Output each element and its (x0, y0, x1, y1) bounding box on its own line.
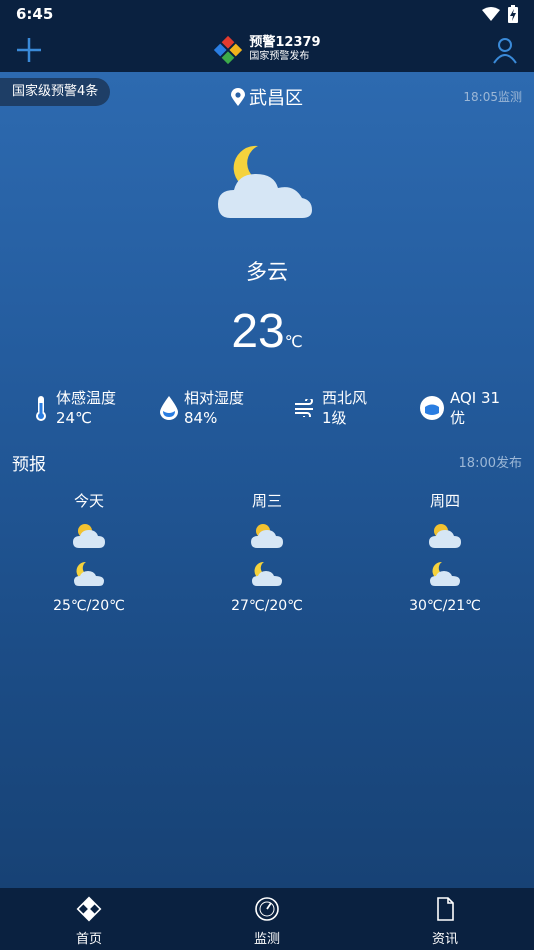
app-title: 预警12379 (249, 35, 321, 50)
forecast-day-today[interactable]: 今天 25℃/20℃ (0, 490, 178, 614)
forecast-day-label: 周三 (251, 492, 282, 510)
nav-monitor[interactable]: 监测 (178, 896, 356, 947)
aqi-value: AQI 31 (450, 389, 501, 407)
add-icon[interactable] (14, 35, 44, 65)
forecast-temp-range: 25℃/20℃ (53, 598, 125, 614)
document-icon (437, 897, 454, 921)
temperature-value: 23 (231, 305, 285, 358)
forecast-day-label: 今天 (73, 492, 104, 510)
aqi-level: 优 (450, 409, 466, 427)
humidity-label: 相对湿度 (184, 389, 245, 407)
feels-like-label: 体感温度 (56, 389, 117, 407)
cloudy-night-icon (430, 561, 460, 586)
app-logo: 预警12379 国家预警发布 (213, 35, 321, 65)
weather-details: 体感温度 24℃ 相对湿度 84% 西北风 1级 AQI 31 优 (0, 388, 534, 434)
cloudy-night-icon (252, 561, 282, 586)
forecast-title: 预报 (12, 455, 46, 475)
logo-emblem-icon (214, 35, 243, 65)
nav-home-label: 首页 (75, 932, 102, 947)
nav-monitor-label: 监测 (253, 932, 280, 947)
wind-direction: 西北风 (322, 389, 368, 407)
cloudy-night-icon (74, 561, 104, 586)
weather-main: 国家级预警4条 武昌区 18:05监测 多云 23℃ 体感温度 24℃ 相对湿度… (0, 72, 534, 888)
nav-news[interactable]: 资讯 (356, 896, 534, 947)
detail-humidity: 相对湿度 84% (160, 388, 244, 428)
home-diamond-icon (76, 896, 102, 922)
detail-feels-like: 体感温度 24℃ (32, 388, 116, 428)
weather-condition: 多云 (246, 260, 288, 284)
forecast-temp-range: 27℃/20℃ (231, 598, 303, 614)
cloudy-night-icon (218, 145, 312, 218)
detail-wind: 西北风 1级 (294, 388, 367, 428)
location[interactable]: 武昌区 (0, 84, 534, 110)
humidity-drop-icon (160, 396, 178, 420)
location-pin-icon (231, 88, 245, 106)
partly-cloudy-day-icon (73, 524, 105, 548)
current-temperature: 23℃ (0, 304, 534, 359)
status-time: 6:45 (16, 5, 54, 23)
nav-home[interactable]: 首页 (0, 896, 178, 947)
wifi-icon (482, 7, 500, 21)
status-bar: 6:45 (0, 0, 534, 28)
nav-news-label: 资讯 (431, 932, 458, 947)
bottom-navigation: 首页 监测 资讯 (0, 888, 534, 950)
location-name: 武昌区 (249, 88, 303, 109)
aqi-mask-icon (420, 396, 444, 420)
partly-cloudy-day-icon (251, 524, 283, 548)
battery-charging-icon (508, 5, 518, 23)
wind-level: 1级 (322, 409, 347, 427)
wind-icon (295, 399, 313, 417)
partly-cloudy-day-icon (429, 524, 461, 548)
forecast-published-time: 18:00发布 (458, 456, 522, 471)
gauge-icon (255, 897, 279, 921)
thermometer-icon (36, 396, 46, 421)
feels-like-value: 24℃ (56, 409, 92, 427)
detail-aqi: AQI 31 优 (420, 388, 500, 428)
forecast-day-label: 周四 (429, 492, 460, 510)
humidity-value: 84% (184, 409, 218, 427)
forecast-day-thursday[interactable]: 周四 30℃/21℃ (356, 490, 534, 614)
app-bar: 预警12379 国家预警发布 (0, 28, 534, 72)
forecast-day-wednesday[interactable]: 周三 27℃/20℃ (178, 490, 356, 614)
forecast-temp-range: 30℃/21℃ (409, 598, 481, 614)
user-icon[interactable] (490, 35, 520, 65)
monitor-time: 18:05监测 (463, 90, 522, 104)
app-subtitle: 国家预警发布 (249, 51, 310, 62)
forecast-header: 预报 18:00发布 (0, 450, 534, 475)
temperature-unit: ℃ (284, 332, 303, 351)
